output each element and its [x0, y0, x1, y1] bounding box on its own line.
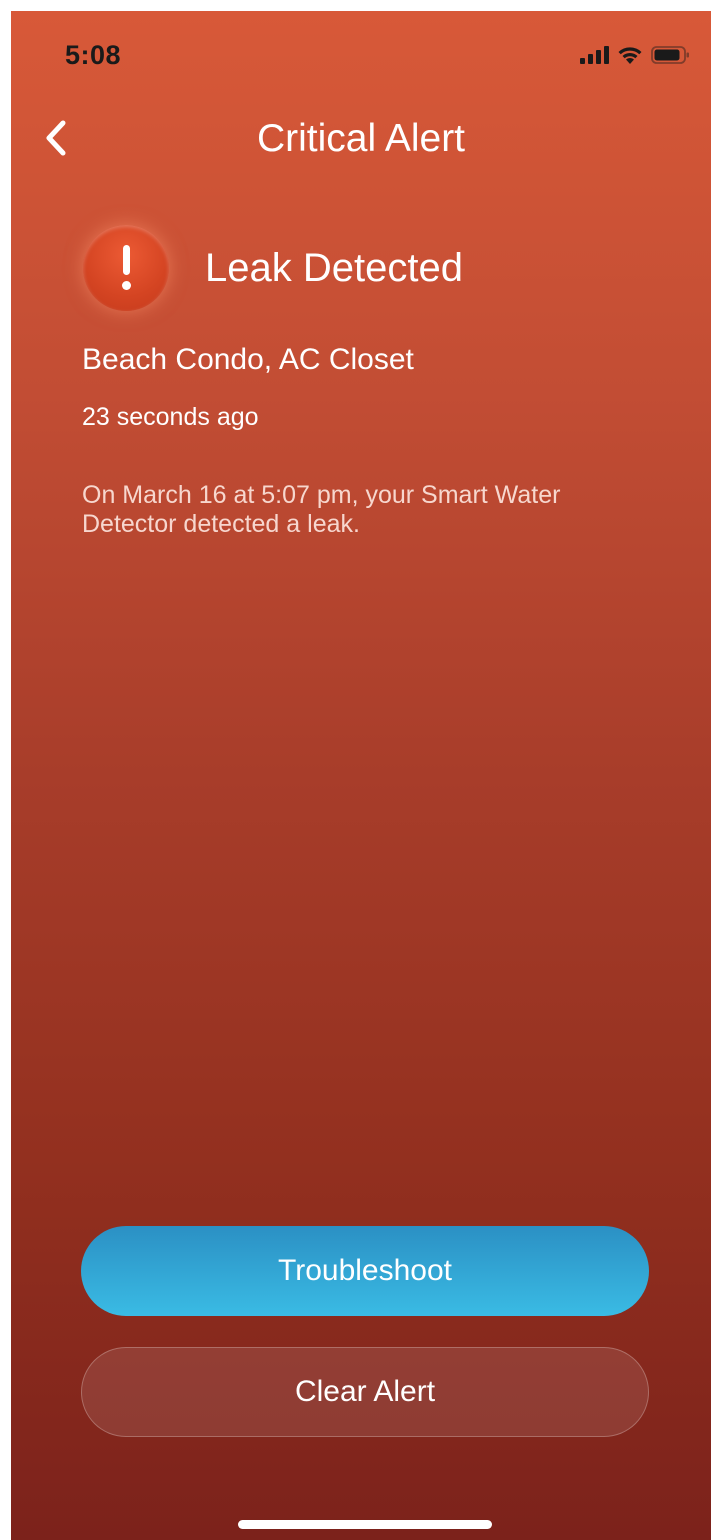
- alert-location: Beach Condo, AC Closet: [82, 343, 414, 376]
- nav-bar: Critical Alert: [11, 111, 711, 171]
- wifi-icon: [617, 45, 643, 65]
- clear-alert-button[interactable]: Clear Alert: [81, 1347, 649, 1437]
- critical-alert-screen: 5:08 Critical Alert Leak Detected Beach …: [11, 11, 711, 1540]
- alert-header: Leak Detected: [83, 225, 463, 311]
- signal-icon: [580, 46, 609, 64]
- troubleshoot-button[interactable]: Troubleshoot: [81, 1226, 649, 1316]
- battery-icon: [651, 45, 691, 65]
- status-bar: 5:08: [11, 11, 711, 101]
- home-indicator[interactable]: [238, 1520, 492, 1529]
- exclamation-icon: [83, 225, 169, 311]
- page-title: Critical Alert: [256, 117, 466, 160]
- status-icons: [580, 45, 691, 65]
- alert-time-ago: 23 seconds ago: [82, 403, 259, 431]
- status-time: 5:08: [65, 40, 122, 70]
- alert-description: On March 16 at 5:07 pm, your Smart Water…: [82, 481, 561, 538]
- alert-title: Leak Detected: [205, 245, 463, 290]
